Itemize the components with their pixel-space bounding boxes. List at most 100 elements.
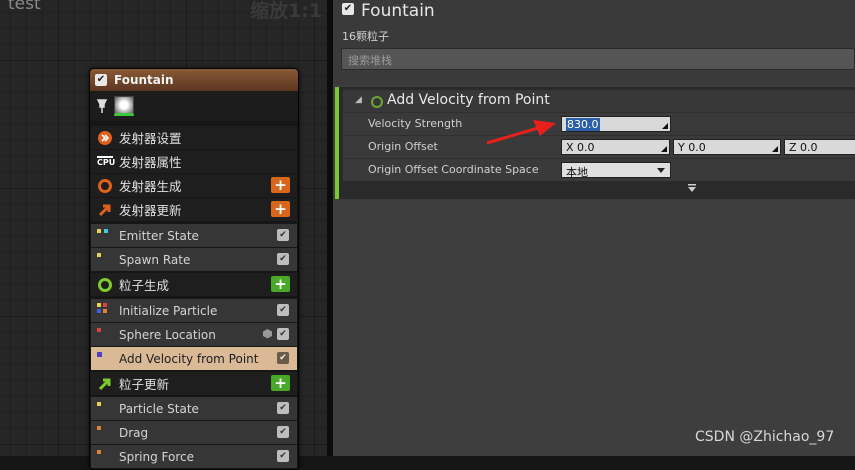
- module-enable-checkbox[interactable]: ✔: [277, 304, 289, 316]
- particle-count: 16颗粒子: [342, 30, 389, 43]
- param-origin-offset: Origin Offset X 0.0 Y 0.0 Z 0.0: [343, 135, 855, 158]
- emitter-thumbnail[interactable]: [114, 96, 134, 116]
- y-value: Y 0.0: [678, 141, 706, 154]
- expand-advanced-icon[interactable]: [687, 184, 697, 193]
- origin-offset-x-input[interactable]: X 0.0: [561, 139, 670, 155]
- module-color-dot: [97, 426, 101, 430]
- module-label: Add Velocity from Point: [119, 351, 259, 366]
- section-emitter-spawn[interactable]: 发射器生成 +: [91, 174, 297, 197]
- graph-title: test: [8, 0, 41, 14]
- module-color-dot: [97, 402, 101, 406]
- spawn-ring-icon: [98, 278, 112, 292]
- section-label: 发射器更新: [119, 203, 182, 218]
- emitter-icons-row: [90, 91, 298, 121]
- module-enable-checkbox[interactable]: ✔: [277, 426, 289, 438]
- section-emitter-settings[interactable]: 发射器设置: [91, 126, 297, 149]
- section-label: 发射器属性: [119, 155, 182, 170]
- module-spawn-rate[interactable]: Spawn Rate ✔: [91, 248, 297, 271]
- emitter-header[interactable]: ✔ Fountain: [90, 69, 298, 91]
- section-label: 发射器生成: [119, 179, 182, 194]
- module-particle-state[interactable]: Particle State ✔: [91, 397, 297, 420]
- module-enable-checkbox[interactable]: ✔: [277, 450, 289, 462]
- section-particle-update[interactable]: 粒子更新 +: [91, 372, 297, 395]
- module-title: Add Velocity from Point: [387, 92, 550, 108]
- graph-canvas[interactable]: test 缩放1:1 ✔ Fountain 发射器设置 CPU 发射器属性 发射…: [0, 0, 327, 470]
- module-label: Drag: [119, 425, 149, 440]
- zoom-label: 缩放1:1: [250, 0, 323, 22]
- module-header[interactable]: ◢ Add Velocity from Point: [343, 90, 855, 112]
- spawn-ring-icon: [98, 179, 112, 193]
- module-label: Initialize Particle: [119, 303, 218, 318]
- module-enable-checkbox[interactable]: ✔: [277, 328, 289, 340]
- add-module-button[interactable]: +: [271, 375, 290, 391]
- module-color-dot: [103, 303, 107, 307]
- param-label: Origin Offset Coordinate Space: [368, 163, 539, 176]
- x-value: X 0.0: [566, 141, 595, 154]
- emitter-enable-checkbox[interactable]: ✔: [342, 3, 354, 15]
- module-add-velocity-from-point[interactable]: Add Velocity from Point ✔: [91, 347, 297, 370]
- details-panel: ✔ Fountain 16颗粒子 搜索堆栈 ◢ Add Velocity fro…: [333, 0, 855, 456]
- param-velocity-strength: Velocity Strength 830.0: [343, 112, 855, 135]
- resize-corner-icon: [661, 146, 667, 152]
- module-sphere-location[interactable]: Sphere Location ✔: [91, 323, 297, 346]
- collapse-icon[interactable]: ◢: [355, 95, 362, 105]
- cpu-icon: CPU: [97, 156, 115, 174]
- module-label: Spring Force: [119, 449, 195, 464]
- update-arrow-icon: [98, 378, 111, 391]
- add-module-button[interactable]: +: [271, 201, 290, 217]
- module-label: Particle State: [119, 401, 199, 416]
- module-enable-checkbox[interactable]: ✔: [277, 352, 289, 364]
- z-value: Z 0.0: [789, 141, 818, 154]
- velocity-strength-value: 830.0: [566, 118, 600, 131]
- module-color-dot: [104, 229, 108, 233]
- module-enable-checkbox[interactable]: ✔: [277, 402, 289, 414]
- chevron-down-icon: [657, 168, 665, 173]
- module-drag[interactable]: Drag ✔: [91, 421, 297, 444]
- module-panel: ◢ Add Velocity from Point Velocity Stren…: [335, 87, 855, 199]
- module-color-dot: [97, 450, 101, 454]
- emitter-settings-icon: [98, 131, 112, 145]
- stack-search-input[interactable]: 搜索堆栈: [341, 48, 855, 70]
- module-enable-checkbox[interactable]: ✔: [277, 253, 289, 265]
- param-label: Origin Offset: [368, 140, 438, 153]
- module-ring-icon: [371, 96, 383, 108]
- param-label: Velocity Strength: [368, 117, 463, 130]
- module-color-dot: [97, 352, 102, 357]
- emitter-node[interactable]: ✔ Fountain 发射器设置 CPU 发射器属性 发射器生成 + 发射器更新…: [89, 68, 299, 470]
- module-color-bar: [335, 87, 339, 199]
- add-module-button[interactable]: +: [271, 276, 290, 292]
- module-emitter-state[interactable]: Emitter State ✔: [91, 224, 297, 247]
- coordinate-space-value: 本地: [566, 166, 588, 179]
- section-label: 粒子生成: [119, 278, 170, 293]
- resize-corner-icon: [772, 146, 778, 152]
- section-emitter-properties[interactable]: CPU 发射器属性: [91, 150, 297, 173]
- module-color-dot: [103, 309, 107, 313]
- module-initialize-particle[interactable]: Initialize Particle ✔: [91, 299, 297, 322]
- details-header: ✔ Fountain 16颗粒子 搜索堆栈: [333, 0, 855, 85]
- pin-icon[interactable]: [96, 98, 108, 114]
- add-module-button[interactable]: +: [271, 177, 290, 193]
- resize-corner-icon: [662, 123, 668, 129]
- module-color-dot: [97, 303, 101, 307]
- update-arrow-icon: [98, 204, 111, 217]
- details-title: Fountain: [361, 1, 435, 21]
- watermark: CSDN @Zhichao_97: [695, 429, 835, 445]
- origin-offset-z-input[interactable]: Z 0.0: [784, 139, 855, 155]
- origin-offset-y-input[interactable]: Y 0.0: [673, 139, 781, 155]
- module-spring-force[interactable]: Spring Force ✔: [91, 445, 297, 468]
- cube-icon: [263, 329, 272, 339]
- module-enable-checkbox[interactable]: ✔: [277, 229, 289, 241]
- module-label: Spawn Rate: [119, 252, 191, 267]
- coordinate-space-dropdown[interactable]: 本地: [561, 162, 671, 179]
- section-particle-spawn[interactable]: 粒子生成 +: [91, 273, 297, 296]
- velocity-strength-input[interactable]: 830.0: [561, 116, 671, 132]
- section-emitter-update[interactable]: 发射器更新 +: [91, 198, 297, 221]
- module-color-dot: [97, 328, 101, 332]
- module-label: Sphere Location: [119, 327, 216, 342]
- emitter-title: Fountain: [114, 73, 174, 87]
- section-label: 发射器设置: [119, 131, 182, 146]
- module-color-dot: [97, 309, 101, 313]
- module-color-dot: [97, 229, 101, 233]
- param-coordinate-space: Origin Offset Coordinate Space 本地: [343, 158, 855, 181]
- emitter-enable-checkbox[interactable]: ✔: [95, 74, 107, 86]
